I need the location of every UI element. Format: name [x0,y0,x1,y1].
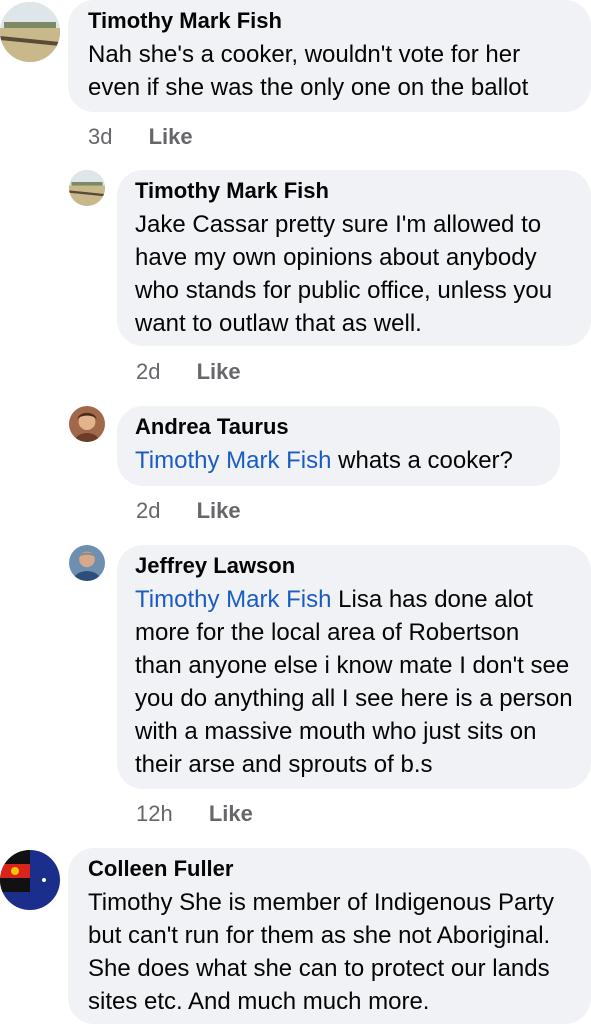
comment-author[interactable]: Timothy Mark Fish [135,178,573,204]
landscape-avatar-icon [69,170,105,206]
mention-link[interactable]: Timothy Mark Fish [135,586,331,613]
landscape-avatar-icon [0,2,60,62]
mention-link[interactable]: Timothy Mark Fish [135,447,331,474]
comment-text: Timothy Mark Fish whats a cooker? [135,444,542,477]
comment-author[interactable]: Colleen Fuller [88,856,591,882]
comment-time[interactable]: 12h [136,801,173,826]
avatar[interactable] [69,406,105,442]
comment-bubble: Colleen Fuller Timothy She is member of … [68,848,591,1024]
comment-text: Nah she's a cooker, wouldn't vote for he… [88,41,529,101]
comment-text-body: Lisa has done alot more for the local ar… [135,586,573,778]
comment-bubble: Timothy Mark Fish Jake Cassar pretty sur… [117,170,591,346]
portrait-avatar-icon [69,406,105,442]
comment-meta: 2d Like [136,359,241,385]
like-button[interactable]: Like [149,124,193,149]
comment-bubble: Timothy Mark Fish Nah she's a cooker, wo… [68,0,591,112]
comment-meta: 2d Like [136,498,241,524]
flag-avatar-icon [0,850,60,910]
like-button[interactable]: Like [209,801,253,826]
comment-time[interactable]: 2d [136,359,160,384]
like-button[interactable]: Like [197,359,241,384]
avatar[interactable] [0,850,60,910]
comment-author[interactable]: Timothy Mark Fish [88,8,571,34]
comment-text: Jake Cassar pretty sure I'm allowed to h… [135,211,553,337]
avatar[interactable] [69,545,105,581]
comment-meta: 3d Like [88,124,193,150]
avatar[interactable] [69,170,105,206]
comment-author[interactable]: Jeffrey Lawson [135,553,591,579]
comment-text: Timothy She is member of Indigenous Part… [88,889,554,1015]
portrait-avatar-icon [69,545,105,581]
comment-bubble: Jeffrey Lawson Timothy Mark Fish Lisa ha… [117,545,591,789]
comment-time[interactable]: 3d [88,124,112,149]
comment-text-body: whats a cooker? [331,447,513,474]
comment-meta: 12h Like [136,801,253,827]
avatar[interactable] [0,2,60,62]
comment-time[interactable]: 2d [136,498,160,523]
comment-bubble: Andrea Taurus Timothy Mark Fish whats a … [117,406,560,486]
comment-author[interactable]: Andrea Taurus [135,414,542,440]
like-button[interactable]: Like [197,498,241,523]
comment-text: Timothy Mark Fish Lisa has done alot mor… [135,583,591,781]
